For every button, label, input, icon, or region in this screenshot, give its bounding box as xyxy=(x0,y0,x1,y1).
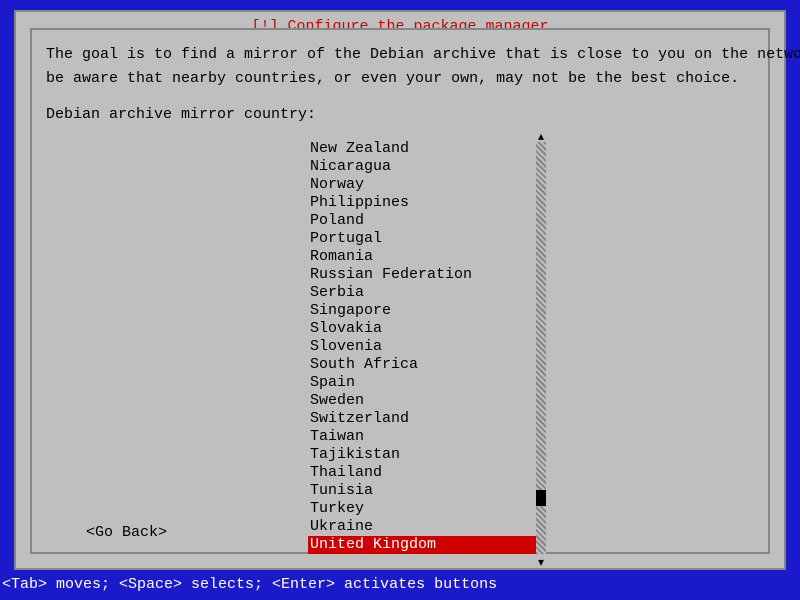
list-item[interactable]: Tajikistan xyxy=(308,446,548,464)
list-item[interactable]: Norway xyxy=(308,176,548,194)
list-item[interactable]: Ukraine xyxy=(308,518,548,536)
keyboard-hints: <Tab> moves; <Space> selects; <Enter> ac… xyxy=(2,576,497,594)
dialog-box: The goal is to find a mirror of the Debi… xyxy=(30,28,770,554)
list-item[interactable]: Turkey xyxy=(308,500,548,518)
list-item[interactable]: Switzerland xyxy=(308,410,548,428)
scrollbar-thumb[interactable] xyxy=(536,490,546,506)
list-item[interactable]: Tunisia xyxy=(308,482,548,500)
list-item[interactable]: Taiwan xyxy=(308,428,548,446)
installer-screen: [!] Configure the package manager The go… xyxy=(14,10,786,570)
list-item[interactable]: Singapore xyxy=(308,302,548,320)
list-item[interactable]: Thailand xyxy=(308,464,548,482)
list-item[interactable]: New Zealand xyxy=(308,140,548,158)
list-item[interactable]: Romania xyxy=(308,248,548,266)
list-item[interactable]: Nicaragua xyxy=(308,158,548,176)
list-item[interactable]: Poland xyxy=(308,212,548,230)
list-item[interactable]: Slovakia xyxy=(308,320,548,338)
scroll-up-icon[interactable]: ▴ xyxy=(536,128,546,142)
country-list[interactable]: New ZealandNicaraguaNorwayPhilippinesPol… xyxy=(308,140,548,554)
list-item[interactable]: Serbia xyxy=(308,284,548,302)
go-back-button[interactable]: <Go Back> xyxy=(86,524,167,542)
prompt-label: Debian archive mirror country: xyxy=(46,106,754,124)
list-item[interactable]: Russian Federation xyxy=(308,266,548,284)
list-item[interactable]: Sweden xyxy=(308,392,548,410)
scroll-down-icon[interactable]: ▾ xyxy=(536,554,546,568)
scrollbar[interactable] xyxy=(536,142,546,554)
list-item[interactable]: Slovenia xyxy=(308,338,548,356)
list-item[interactable]: Spain xyxy=(308,374,548,392)
list-item[interactable]: Philippines xyxy=(308,194,548,212)
goal-line-2: be aware that nearby countries, or even … xyxy=(46,70,754,88)
list-item[interactable]: Portugal xyxy=(308,230,548,248)
list-item[interactable]: United Kingdom xyxy=(308,536,536,554)
goal-line-1: The goal is to find a mirror of the Debi… xyxy=(46,46,754,64)
list-item[interactable]: South Africa xyxy=(308,356,548,374)
